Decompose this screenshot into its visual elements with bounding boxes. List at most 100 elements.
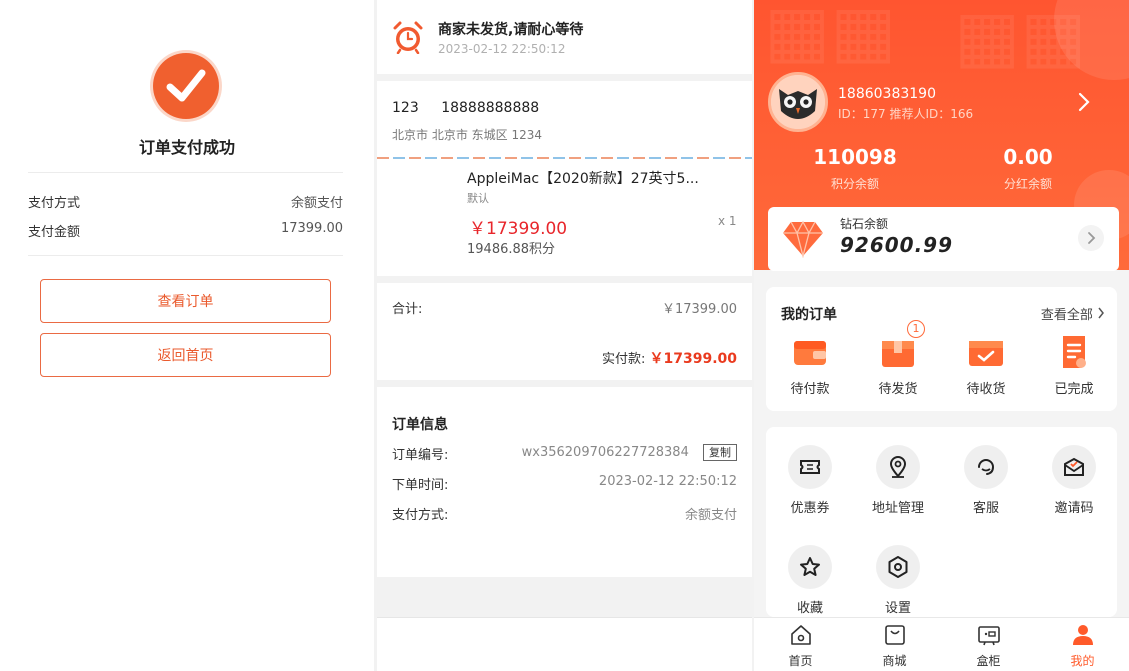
bottom-tab-bar: 首页 商城 盒柜 我的 (754, 617, 1129, 671)
tool-label: 设置 (884, 601, 911, 616)
payment-method-row: 支付方式 余额支付 (28, 192, 343, 211)
tab-home[interactable]: 首页 (754, 623, 847, 669)
headset-icon (964, 445, 1008, 489)
tab-mine[interactable]: 我的 (1036, 623, 1129, 669)
cabinet-icon (977, 626, 1001, 651)
order-info-title: 订单信息 (392, 417, 448, 433)
product-name[interactable]: AppleiMac【2020新款】27英寸5... (467, 168, 707, 188)
receiver-info: 123 18888888888 (392, 100, 539, 116)
copy-order-number-button[interactable]: 复制 (703, 444, 737, 461)
order-tab-pending-payment[interactable]: 待付款 (766, 332, 854, 397)
document-icon (1054, 332, 1094, 372)
paid-value: ￥17399.00 (649, 351, 737, 367)
pending-shipment-badge: 1 (907, 320, 925, 338)
tool-address[interactable]: 地址管理 (854, 445, 942, 516)
profile-panel: ▦▦ ▦▦ 18860383190 ID：177 推荐人ID：166 11009… (754, 0, 1129, 671)
star-icon (788, 545, 832, 589)
user-phone: 18860383190 (838, 86, 936, 102)
gear-icon (876, 545, 920, 589)
payment-amount-label: 支付金额 (28, 225, 81, 240)
view-all-orders-link[interactable]: 查看全部 (1041, 304, 1105, 323)
view-order-button[interactable]: 查看订单 (40, 279, 331, 323)
order-number-value: wx356209706227728384 (521, 445, 689, 460)
order-tab-label: 已完成 (1054, 382, 1094, 397)
my-orders-title: 我的订单 (781, 307, 837, 323)
points-balance-value[interactable]: 110098 (780, 145, 930, 169)
envelope-icon (1052, 445, 1096, 489)
order-time-label: 下单时间: (392, 478, 449, 493)
alarm-clock-icon (391, 20, 425, 58)
tab-label: 我的 (1070, 654, 1095, 668)
box-icon: 1 (878, 320, 925, 372)
dividend-balance-label: 分红余额 (1003, 177, 1052, 191)
pay-method-row: 支付方式: 余额支付 (392, 504, 737, 523)
tool-label: 邀请码 (1054, 501, 1094, 516)
home-icon (789, 625, 813, 651)
tool-settings[interactable]: 设置 (854, 545, 942, 616)
tab-label: 盒柜 (976, 654, 1001, 668)
tool-label: 客服 (972, 501, 999, 516)
divider (28, 255, 343, 256)
order-tab-completed[interactable]: 已完成 (1030, 332, 1118, 397)
location-icon (876, 445, 920, 489)
payment-success-panel: 订单支付成功 支付方式 余额支付 支付金额 17399.00 查看订单 返回首页 (0, 0, 374, 671)
tab-shop[interactable]: 商城 (848, 623, 941, 669)
diamond-icon (781, 220, 825, 262)
order-time-value: 2023-02-12 22:50:12 (598, 474, 737, 489)
order-number-value-group: wx356209706227728384 复制 (522, 444, 737, 461)
tab-label: 首页 (788, 654, 813, 668)
order-tab-label: 待付款 (790, 382, 830, 397)
chevron-right-icon (1097, 307, 1105, 323)
tool-label: 收藏 (796, 601, 823, 616)
tool-customer-service[interactable]: 客服 (942, 445, 1030, 516)
receiver-name: 123 (392, 100, 419, 116)
order-tab-pending-receipt[interactable]: 待收货 (942, 332, 1030, 397)
tool-label: 地址管理 (871, 501, 924, 516)
tool-invite-code[interactable]: 邀请码 (1030, 445, 1118, 516)
order-detail-panel: 商家未发货,请耐心等待 2023-02-12 22:50:12 123 1888… (377, 0, 1114, 671)
order-tab-label: 待发货 (878, 382, 918, 397)
product-price: ￥17399.00 (469, 219, 568, 239)
coupon-icon (788, 445, 832, 489)
tools-card: 优惠券 地址管理 客服 邀请码 收藏 设置 (766, 427, 1117, 617)
order-number-label: 订单编号: (392, 448, 449, 463)
background-watermark: ▦▦ (764, 0, 897, 72)
back-home-button[interactable]: 返回首页 (40, 333, 331, 377)
receiver-phone: 18888888888 (441, 100, 540, 116)
tool-coupon[interactable]: 优惠券 (766, 445, 854, 516)
diamond-balance-label: 钻石余额 (840, 217, 889, 231)
diamond-balance-value: 92600.99 (840, 233, 954, 257)
paid-amount-row: 实付款: ￥17399.00 (602, 348, 737, 368)
dividend-balance-value[interactable]: 0.00 (953, 145, 1103, 169)
pay-method-label: 支付方式: (392, 508, 449, 523)
address-divider (377, 157, 752, 159)
total-value: ￥17399.00 (661, 302, 737, 317)
payment-amount-row: 支付金额 17399.00 (28, 221, 343, 240)
product-points: 19486.88积分 (467, 242, 556, 257)
order-status-title: 商家未发货,请耐心等待 (438, 22, 584, 38)
tab-label: 商城 (882, 654, 907, 668)
tab-cabinet[interactable]: 盒柜 (942, 623, 1035, 669)
avatar[interactable] (768, 72, 828, 132)
tool-label: 优惠券 (790, 501, 830, 516)
product-quantity: x 1 (718, 214, 737, 228)
paid-label: 实付款: (601, 352, 646, 367)
pay-method-value: 余额支付 (684, 508, 737, 523)
view-all-orders-label: 查看全部 (1040, 308, 1093, 323)
order-tab-pending-shipment[interactable]: 1 待发货 (854, 320, 942, 397)
order-number-row: 订单编号: wx356209706227728384 复制 (392, 444, 737, 463)
order-status-time: 2023-02-12 22:50:12 (438, 42, 566, 56)
chevron-right-icon[interactable] (1078, 225, 1104, 251)
tool-favorites[interactable]: 收藏 (766, 545, 854, 616)
payment-success-title: 订单支付成功 (138, 138, 235, 157)
my-orders-card: 我的订单 查看全部 待付款 1 待发货 待收货 已完成 (766, 287, 1117, 411)
payment-method-value: 余额支付 (290, 196, 343, 211)
receiver-address: 北京市 北京市 东城区 1234 (392, 128, 542, 142)
points-balance-label: 积分余额 (830, 177, 879, 191)
bottom-action-bar (377, 617, 752, 671)
wallet-icon (790, 332, 830, 372)
diamond-balance-card[interactable]: 钻石余额 92600.99 (768, 207, 1119, 271)
chevron-right-icon[interactable] (1077, 92, 1091, 116)
order-status-card: 商家未发货,请耐心等待 2023-02-12 22:50:12 (377, 0, 752, 74)
product-spec: 默认 (467, 192, 489, 205)
